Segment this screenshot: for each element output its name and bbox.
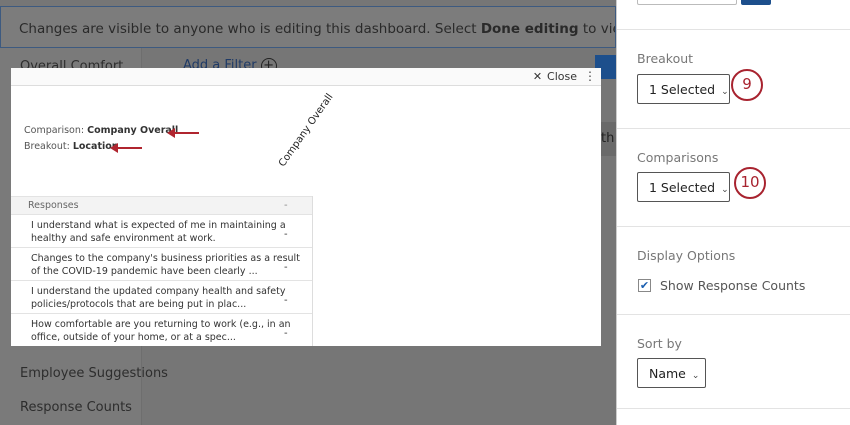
breakout-heading: Breakout bbox=[637, 51, 694, 66]
divider bbox=[617, 314, 850, 315]
annotation-badge-9: 9 bbox=[731, 69, 763, 101]
breakout-info: Breakout: Location bbox=[24, 141, 119, 152]
comparison-value: Company Overall bbox=[87, 125, 179, 136]
table-row: Changes to the company's business priori… bbox=[11, 247, 312, 280]
comparison-info: Comparison: Company Overall bbox=[24, 125, 178, 136]
comparisons-dropdown-value: 1 Selected bbox=[649, 180, 716, 195]
responses-table: Responses - I understand what is expected… bbox=[11, 196, 313, 346]
banner-text-end: to view publishing options. bbox=[582, 21, 615, 37]
display-options-heading: Display Options bbox=[637, 248, 736, 263]
row-value: - bbox=[284, 262, 288, 273]
top-control[interactable] bbox=[637, 0, 737, 5]
table-row: I understand what is expected of me in m… bbox=[11, 214, 312, 247]
breakout-dropdown[interactable]: 1 Selected ⌄ bbox=[637, 74, 730, 104]
breakout-label: Breakout: bbox=[24, 141, 70, 152]
editing-banner: Changes are visible to anyone who is edi… bbox=[0, 6, 616, 48]
close-label: Close bbox=[547, 70, 577, 83]
annotation-badge-10: 10 bbox=[734, 167, 766, 199]
background-text: th bbox=[601, 131, 615, 146]
row-value: - bbox=[284, 295, 288, 306]
annotation-arrow bbox=[167, 128, 199, 138]
table-row: I understand the updated company health … bbox=[11, 280, 312, 313]
show-response-counts-checkbox[interactable]: ✔ bbox=[638, 279, 651, 292]
divider bbox=[617, 226, 850, 227]
table-header: Responses - bbox=[11, 196, 312, 214]
chevron-down-icon: ⌄ bbox=[691, 371, 700, 381]
banner-bold: Done editing bbox=[480, 21, 579, 37]
background-widget: th bbox=[601, 122, 616, 156]
divider bbox=[617, 128, 850, 129]
banner-text: Changes are visible to anyone who is edi… bbox=[19, 21, 481, 37]
comparisons-heading: Comparisons bbox=[637, 150, 719, 165]
row-text: I understand what is expected of me in m… bbox=[31, 220, 286, 244]
sidebar-item-employee-suggestions[interactable]: Employee Suggestions bbox=[20, 366, 168, 381]
table-row: How comfortable are you returning to wor… bbox=[11, 313, 312, 346]
header-value: - bbox=[284, 200, 288, 211]
breakout-dropdown-value: 1 Selected bbox=[649, 82, 716, 97]
settings-panel: Breakout 1 Selected ⌄ 9 Comparisons 1 Sel… bbox=[616, 0, 850, 425]
modal-header: ✕ Close ⋮ bbox=[11, 68, 601, 86]
row-text: I understand the updated company health … bbox=[31, 286, 286, 310]
chevron-down-icon: ⌄ bbox=[721, 185, 729, 195]
close-button[interactable]: ✕ Close bbox=[533, 70, 577, 83]
comparison-label: Comparison: bbox=[24, 125, 85, 136]
more-options-icon[interactable]: ⋮ bbox=[584, 69, 596, 83]
row-value: - bbox=[284, 328, 288, 339]
header-label: Responses bbox=[28, 200, 79, 211]
sort-by-dropdown[interactable]: Name ⌄ bbox=[637, 358, 706, 388]
row-value: - bbox=[284, 229, 288, 240]
sort-by-value: Name bbox=[649, 366, 686, 381]
chevron-down-icon: ⌄ bbox=[721, 87, 729, 97]
comparisons-dropdown[interactable]: 1 Selected ⌄ bbox=[637, 172, 730, 202]
row-text: Changes to the company's business priori… bbox=[31, 253, 300, 277]
divider bbox=[617, 408, 850, 409]
widget-preview-modal: ✕ Close ⋮ Comparison: Company Overall Bre… bbox=[11, 68, 601, 346]
close-icon: ✕ bbox=[532, 70, 543, 83]
sort-by-heading: Sort by bbox=[637, 336, 682, 351]
row-text: How comfortable are you returning to wor… bbox=[31, 319, 291, 343]
divider bbox=[617, 29, 850, 30]
top-button[interactable] bbox=[741, 0, 771, 5]
sidebar-item-response-counts[interactable]: Response Counts bbox=[20, 400, 132, 415]
annotation-arrow bbox=[110, 143, 142, 153]
column-header: Company Overall bbox=[276, 91, 336, 169]
show-response-counts-label[interactable]: Show Response Counts bbox=[660, 278, 805, 293]
